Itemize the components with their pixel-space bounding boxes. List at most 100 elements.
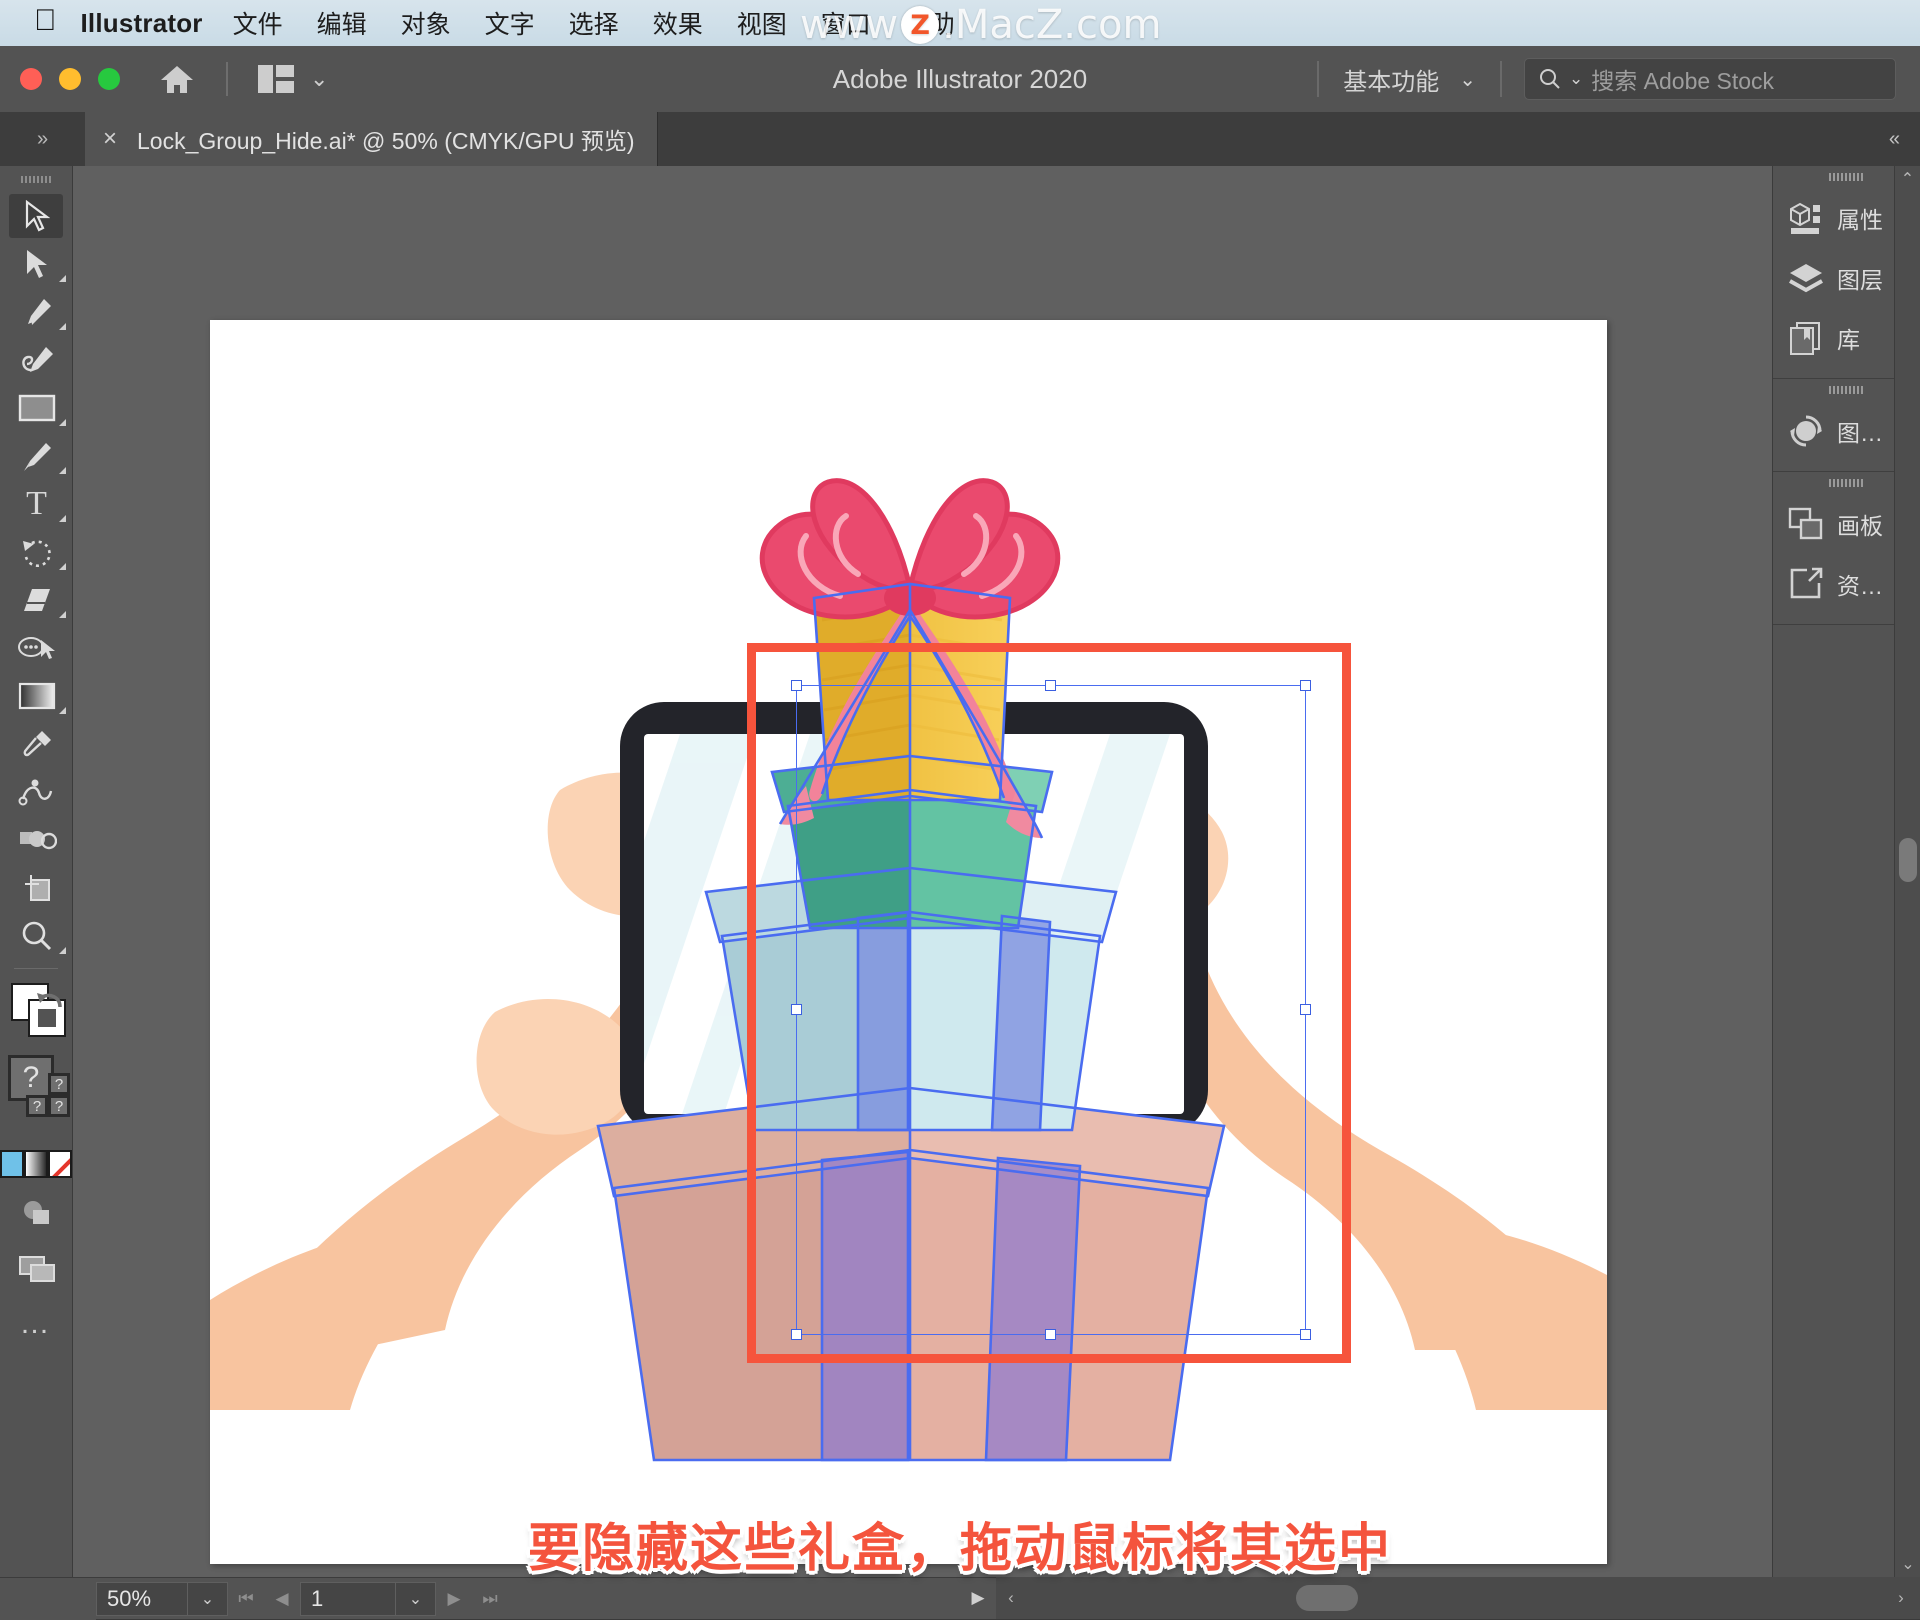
unknown-swatch-boxes[interactable]: ? ? ? ? [0,1051,72,1143]
dock-item-label: 图层 [1837,261,1883,295]
undo-arrow-icon[interactable] [34,987,64,1018]
minimize-window-button[interactable] [59,68,81,90]
menu-item-view[interactable]: 视图 [737,5,787,41]
menu-item-select[interactable]: 选择 [569,5,619,41]
artboards-icon [1787,505,1825,543]
scroll-right-icon[interactable]: › [1886,1588,1916,1608]
prev-page-icon[interactable]: ◀ [264,1582,300,1616]
dock-item-label: 画板 [1837,507,1883,541]
selection-tool[interactable] [0,192,73,240]
paintbrush-tool[interactable] [0,432,73,480]
search-input[interactable]: ⌄ 搜索 Adobe Stock [1524,58,1896,100]
gradient-swatch[interactable] [24,1150,48,1178]
draw-normal-icon[interactable] [0,1185,73,1241]
menu-item-effect[interactable]: 效果 [653,5,703,41]
question-box-bottom[interactable]: ? [26,1095,48,1117]
chevron-down-icon[interactable]: ⌄ [310,66,328,92]
last-page-icon[interactable]: ⏭ [472,1582,508,1616]
zoom-level-value: 50% [107,1586,151,1612]
rectangle-tool[interactable] [0,384,73,432]
menu-item-file[interactable]: 文件 [233,5,283,41]
artboard-number-input[interactable]: 1 [300,1582,396,1616]
zoom-level-input[interactable]: 50% [96,1582,188,1616]
app-name-label[interactable]: Illustrator [81,8,203,39]
home-icon[interactable] [160,64,194,94]
artboard-tool[interactable] [0,864,73,912]
menu-item-edit[interactable]: 编辑 [317,5,367,41]
tool-submenu-indicator-icon [59,515,66,522]
arrange-documents-icon[interactable]: ⌄ [258,65,328,93]
zoom-tool[interactable] [0,912,73,960]
libraries-icon [1787,319,1825,357]
menu-item-object[interactable]: 对象 [401,5,451,41]
document-tab[interactable]: × Lock_Group_Hide.ai* @ 50% (CMYK/GPU 预览… [85,112,658,166]
collapse-panels-button[interactable]: « [1877,112,1912,166]
close-window-button[interactable] [20,68,42,90]
type-tool[interactable]: T [0,480,73,528]
image-trace-icon [1787,412,1825,450]
vertical-scroll-thumb[interactable] [1899,838,1917,882]
next-page-icon[interactable]: ▶ [436,1582,472,1616]
screen-mode-icon[interactable] [0,1241,73,1297]
canvas-horizontal-scrollbar[interactable]: ‹ › [996,1577,1920,1619]
tools-panel: T [0,166,73,1577]
tool-submenu-indicator-icon [59,947,66,954]
tool-submenu-indicator-icon [59,467,66,474]
menu-item-window[interactable]: 窗口 [821,5,871,41]
chevron-down-icon: ⌄ [1459,67,1476,92]
search-icon [1539,68,1561,90]
blend-tool[interactable] [0,768,73,816]
scroll-down-icon[interactable]: ⌄ [1895,1551,1920,1577]
expand-panels-button[interactable]: » [0,112,85,166]
tool-submenu-indicator-icon [59,707,66,714]
apple-logo-icon[interactable]:  [34,6,57,36]
rotate-tool[interactable] [0,528,73,576]
properties-icon [1787,199,1825,237]
tools-panel-grip[interactable] [0,166,72,192]
menu-item-help[interactable]: 帮助 [905,5,955,41]
direct-selection-tool[interactable] [0,240,73,288]
shape-builder-tool[interactable] [0,624,73,672]
color-mode-swatches [0,1143,72,1185]
menu-item-type[interactable]: 文字 [485,5,535,41]
symbol-sprayer-tool[interactable] [0,816,73,864]
question-box-bottom-right[interactable]: ? [48,1095,70,1117]
dock-item-label: 资… [1837,567,1883,601]
horizontal-scroll-thumb[interactable] [1296,1585,1358,1611]
zoom-level-dropdown[interactable]: ⌄ [188,1582,228,1616]
canvas-vertical-scrollbar[interactable]: ⌃ ⌄ [1894,166,1920,1577]
status-menu-icon[interactable]: ▶ [960,1588,996,1608]
chevron-down-icon: ⌄ [1569,69,1583,89]
double-chevron-left-icon: « [1889,128,1900,151]
double-chevron-right-icon: » [37,128,48,151]
gradient-tool[interactable] [0,672,73,720]
artboard-number-dropdown[interactable]: ⌄ [396,1582,436,1616]
tool-submenu-indicator-icon [59,611,66,618]
workspace-switcher[interactable]: 基本功能 ⌄ [1319,62,1500,97]
document-tab-label: Lock_Group_Hide.ai* @ 50% (CMYK/GPU 预览) [137,122,635,156]
scroll-up-icon[interactable]: ⌃ [1895,166,1920,192]
more-tools-button[interactable]: … [0,1297,72,1351]
artboard[interactable] [210,320,1607,1564]
tool-submenu-indicator-icon [59,419,66,426]
eyedropper-tool[interactable] [0,720,73,768]
close-icon[interactable]: × [103,127,117,151]
search-divider [1500,61,1502,97]
tool-submenu-indicator-icon [59,323,66,330]
canvas-area[interactable] [73,166,1772,1577]
question-box-right[interactable]: ? [48,1073,70,1095]
eraser-tool[interactable] [0,576,73,624]
gift-boxes-on-phone-illustration [210,320,1607,1564]
horizontal-scroll-zone: ▶ ‹ › [960,1577,1920,1619]
document-tab-bar: » × Lock_Group_Hide.ai* @ 50% (CMYK/GPU … [0,112,1920,166]
curvature-tool[interactable] [0,336,73,384]
scroll-left-icon[interactable]: ‹ [996,1588,1026,1608]
tools-divider [14,968,58,969]
first-page-icon[interactable]: ⏮ [228,1582,264,1616]
pen-tool[interactable] [0,288,73,336]
none-swatch[interactable] [48,1150,72,1178]
color-swatch[interactable] [0,1150,24,1178]
window-traffic-lights [20,68,120,90]
maximize-window-button[interactable] [98,68,120,90]
fill-stroke-swatches[interactable] [0,977,72,1051]
